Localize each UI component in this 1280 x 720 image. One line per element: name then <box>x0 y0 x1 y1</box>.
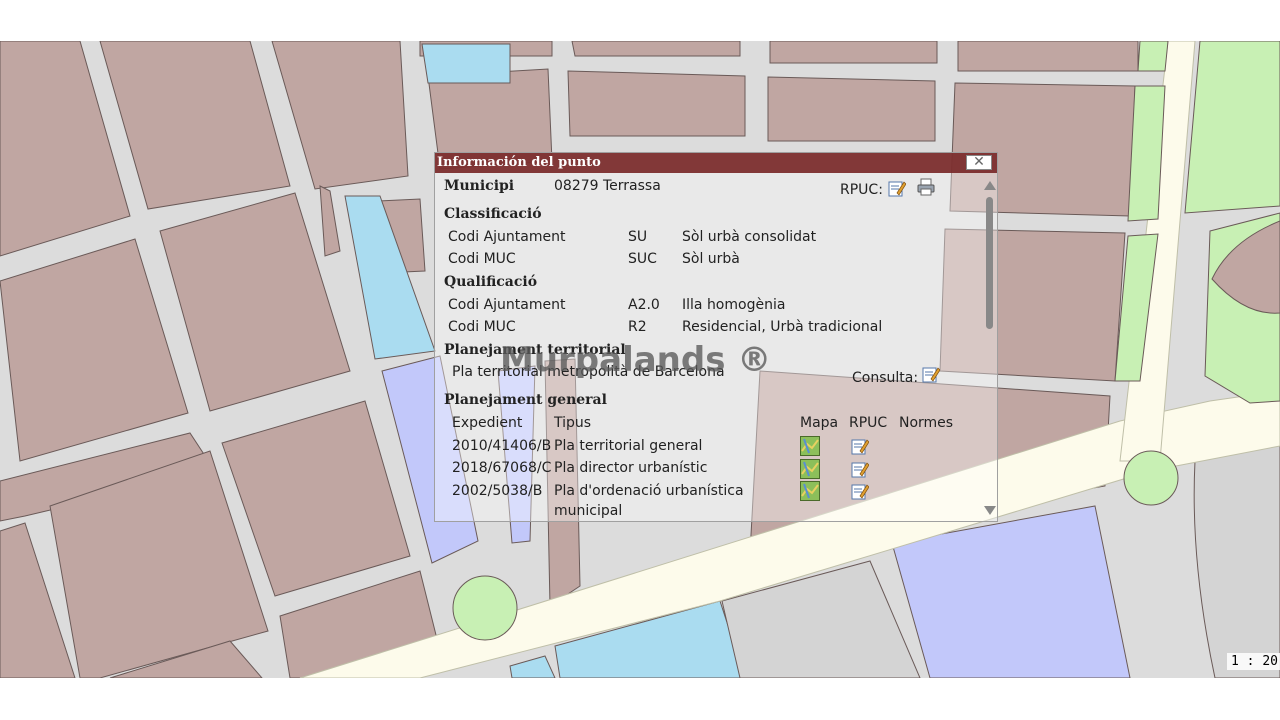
consulta-label: Consulta: <box>852 370 919 386</box>
edit-document-icon[interactable] <box>888 179 906 197</box>
qualificacio-desc: Residencial, Urbà tradicional <box>682 319 883 335</box>
classificacio-desc: Sòl urbà <box>682 251 740 267</box>
qualificacio-heading: Qualificació <box>444 274 538 290</box>
qualificacio-label: Codi MUC <box>448 319 516 335</box>
column-rpuc: RPUC <box>849 415 888 431</box>
municipi-value: 08279 Terrassa <box>554 178 661 194</box>
map-icon[interactable] <box>800 459 820 479</box>
column-expedient: Expedient <box>452 415 523 431</box>
classificacio-heading: Classificació <box>444 206 542 222</box>
info-panel-title: Información del punto <box>437 155 601 170</box>
printer-icon[interactable] <box>917 178 935 196</box>
expedient-value: 2018/67068/C <box>452 460 552 476</box>
tipus-value: Pla director urbanístic <box>554 460 708 476</box>
tipus-value: Pla d'ordenació urbanística <box>554 483 744 499</box>
scroll-up-arrow-icon[interactable] <box>984 181 996 190</box>
map-icon[interactable] <box>800 436 820 456</box>
info-panel: Información del punto ✕ Municipi 08279 T… <box>434 152 998 522</box>
edit-document-icon[interactable] <box>851 460 869 478</box>
qualificacio-desc: Illa homogènia <box>682 297 786 313</box>
map-icon[interactable] <box>800 481 820 501</box>
scroll-down-arrow-icon[interactable] <box>984 506 996 515</box>
expedient-value: 2002/5038/B <box>452 483 543 499</box>
classificacio-label: Codi Ajuntament <box>448 229 566 245</box>
column-normes: Normes <box>899 415 954 431</box>
column-tipus: Tipus <box>554 415 592 431</box>
classificacio-code: SU <box>628 229 648 245</box>
close-button[interactable]: ✕ <box>966 155 992 170</box>
edit-document-icon[interactable] <box>851 437 869 455</box>
tipus-value-continued: municipal <box>554 503 623 519</box>
classificacio-desc: Sòl urbà consolidat <box>682 229 817 245</box>
vertical-scrollbar[interactable] <box>983 175 996 519</box>
info-panel-header[interactable]: Información del punto ✕ <box>435 153 997 173</box>
watermark: Murpalands ® <box>500 340 772 380</box>
qualificacio-code: R2 <box>628 319 647 335</box>
classificacio-code: SUC <box>628 251 657 267</box>
municipi-label: Municipi <box>444 178 515 194</box>
column-mapa: Mapa <box>800 415 839 431</box>
edit-document-icon[interactable] <box>851 482 869 500</box>
tipus-value: Pla territorial general <box>554 438 703 454</box>
classificacio-label: Codi MUC <box>448 251 516 267</box>
map-scale-label: 1 : 20 <box>1227 653 1280 670</box>
scrollbar-thumb[interactable] <box>986 197 993 329</box>
planejament-general-heading: Planejament general <box>444 392 607 408</box>
expedient-value: 2010/41406/B <box>452 438 552 454</box>
edit-document-icon[interactable] <box>922 365 940 383</box>
qualificacio-label: Codi Ajuntament <box>448 297 566 313</box>
rpuc-label: RPUC: <box>840 182 883 198</box>
qualificacio-code: A2.0 <box>628 297 660 313</box>
